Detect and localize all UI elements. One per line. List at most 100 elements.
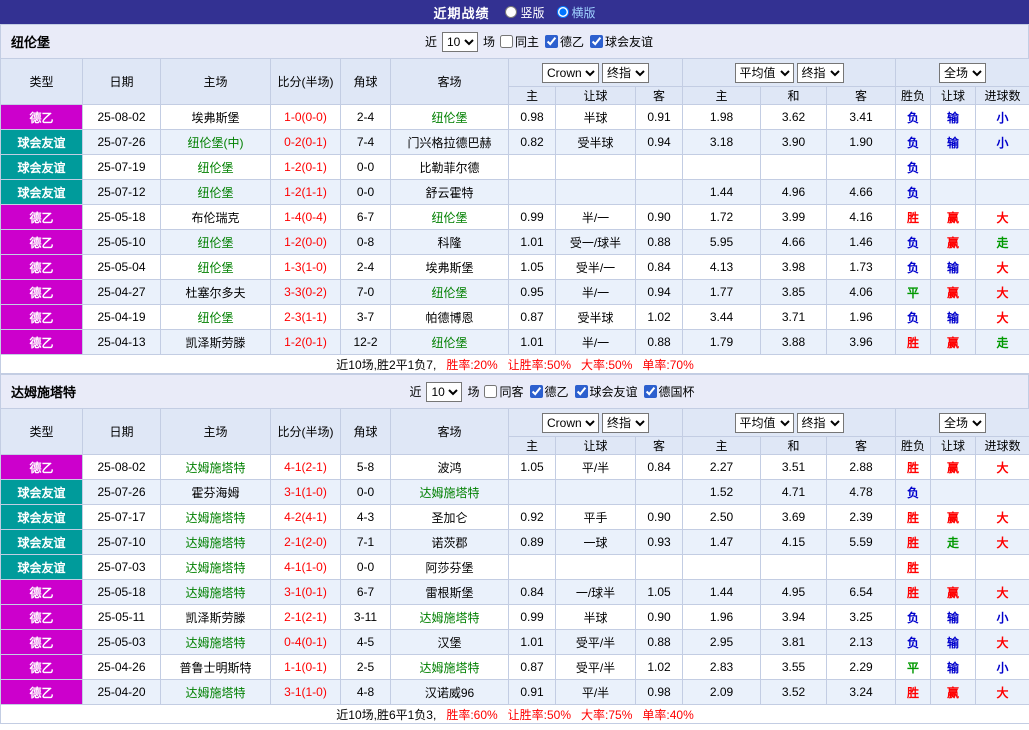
cell-home-team[interactable]: 达姆施塔特 xyxy=(160,554,271,580)
match-row: 德乙 25-04-27 杜塞尔多夫 3-3(0-2) 7-0 纽伦堡 0.95 半/一 0.94… xyxy=(0,279,1029,305)
view-mode-radio[interactable] xyxy=(556,6,569,18)
match-row: 德乙 25-04-13 凯泽斯劳滕 1-2(0-1) 12-2 纽伦堡 1.01 半/一 0.8… xyxy=(0,329,1029,355)
cell-away-team[interactable]: 阿莎芬堡 xyxy=(390,554,509,580)
cell-away-team[interactable]: 纽伦堡 xyxy=(390,279,509,305)
avg-stage-select[interactable]: 终指 xyxy=(796,412,844,433)
filter-checkbox[interactable] xyxy=(643,385,657,398)
cell-away-team[interactable]: 纽伦堡 xyxy=(390,204,509,230)
cell-home-team[interactable]: 杜塞尔多夫 xyxy=(160,279,271,305)
summary-stat: 大率:75% xyxy=(581,707,633,722)
filter-checkbox[interactable] xyxy=(590,35,604,48)
filter-checkbox[interactable] xyxy=(529,385,543,398)
cell-away-team[interactable]: 纽伦堡 xyxy=(390,104,509,130)
filter-checkbox[interactable] xyxy=(545,35,559,48)
cell-away-team[interactable]: 汉堡 xyxy=(390,629,509,655)
cell-home-team[interactable]: 埃弗斯堡 xyxy=(160,104,271,130)
filter-prefix-label: 近 xyxy=(424,35,437,49)
view-mode-option[interactable]: 竖版 xyxy=(505,4,545,21)
cell-goals-result xyxy=(975,479,1029,505)
cell-home-team[interactable]: 普鲁士明斯特 xyxy=(160,654,271,680)
cell-away-team[interactable]: 圣加仑 xyxy=(390,504,509,530)
avg-stage-select[interactable]: 终指 xyxy=(796,62,844,83)
odds-stage-select[interactable]: 终指 xyxy=(602,412,649,433)
cell-home-team[interactable]: 纽伦堡 xyxy=(160,304,271,330)
cell-home-team[interactable]: 达姆施塔特 xyxy=(160,454,271,480)
cell-away-team[interactable]: 诺茨郡 xyxy=(390,529,509,555)
cell-home-team[interactable]: 纽伦堡 xyxy=(160,229,271,255)
filter-option[interactable]: 球会友谊 xyxy=(574,383,638,400)
cell-result: 胜 xyxy=(895,554,932,580)
cell-handicap-result: 赢 xyxy=(930,454,977,480)
cell-away-team[interactable]: 科隆 xyxy=(390,229,509,255)
filter-option[interactable]: 球会友谊 xyxy=(590,33,653,50)
odds-company-select[interactable]: Crown xyxy=(542,412,599,433)
filter-option[interactable]: 德国杯 xyxy=(643,383,695,400)
cell-league-type: 德乙 xyxy=(0,454,83,480)
cell-corners: 5-8 xyxy=(340,454,391,480)
col-header-away: 客场 xyxy=(390,408,509,455)
cell-away-team[interactable]: 帕德博恩 xyxy=(390,304,509,330)
match-row: 德乙 25-05-11 凯泽斯劳滕 2-1(2-1) 3-11 达姆施塔特 0.99 半球 0.… xyxy=(0,604,1029,630)
cell-league-type: 球会友谊 xyxy=(0,554,83,580)
cell-home-team[interactable]: 凯泽斯劳滕 xyxy=(160,329,271,355)
cell-odds-handicap xyxy=(555,479,636,505)
cell-avg-draw: 4.96 xyxy=(760,179,828,205)
cell-home-team[interactable]: 纽伦堡(中) xyxy=(160,129,271,155)
sub-header-avg-home: 主 xyxy=(682,86,762,105)
filter-checkbox[interactable] xyxy=(500,35,513,48)
summary-lead: 近10场,胜6平1负3, xyxy=(336,707,437,722)
cell-away-team[interactable]: 波鸿 xyxy=(390,454,509,480)
filter-checkbox[interactable] xyxy=(574,385,588,398)
cell-corners: 12-2 xyxy=(340,329,391,355)
cell-avg-draw xyxy=(760,154,828,180)
cell-home-team[interactable]: 达姆施塔特 xyxy=(160,679,271,705)
cell-away-team[interactable]: 雷根斯堡 xyxy=(390,579,509,605)
filter-option[interactable]: 同主 xyxy=(500,33,539,50)
avg-type-select[interactable]: 平均值 xyxy=(734,62,794,83)
filter-option[interactable]: 同客 xyxy=(484,383,524,400)
full-match-select[interactable]: 全场 xyxy=(939,412,987,433)
cell-home-team[interactable]: 达姆施塔特 xyxy=(160,504,271,530)
odds-stage-select[interactable]: 终指 xyxy=(602,62,649,83)
cell-home-team[interactable]: 布伦瑞克 xyxy=(160,204,271,230)
cell-result: 负 xyxy=(895,304,932,330)
cell-away-team[interactable]: 纽伦堡 xyxy=(390,329,509,355)
cell-result: 胜 xyxy=(895,204,932,230)
cell-score: 0-4(0-1) xyxy=(270,629,341,655)
cell-odds-handicap: 受一/球半 xyxy=(555,229,636,255)
recent-count-select[interactable]: 10 xyxy=(441,31,478,52)
cell-home-team[interactable]: 纽伦堡 xyxy=(160,179,271,205)
cell-home-team[interactable]: 纽伦堡 xyxy=(160,254,271,280)
view-mode-radio[interactable] xyxy=(505,6,518,18)
cell-away-team[interactable]: 达姆施塔特 xyxy=(390,479,509,505)
cell-away-team[interactable]: 汉诺威96 xyxy=(390,679,509,705)
cell-away-team[interactable]: 达姆施塔特 xyxy=(390,604,509,630)
cell-away-team[interactable]: 门兴格拉德巴赫 xyxy=(390,129,509,155)
cell-home-team[interactable]: 达姆施塔特 xyxy=(160,529,271,555)
cell-avg-away: 3.25 xyxy=(826,604,897,630)
cell-score: 1-3(1-0) xyxy=(270,254,341,280)
cell-home-team[interactable]: 达姆施塔特 xyxy=(160,579,271,605)
section-header: 纽伦堡 近 10 场 同主 德乙 球会友谊 xyxy=(0,24,1029,58)
avg-type-select[interactable]: 平均值 xyxy=(734,412,794,433)
cell-away-team[interactable]: 舒云霍特 xyxy=(390,179,509,205)
cell-away-team[interactable]: 埃弗斯堡 xyxy=(390,254,509,280)
cell-handicap-result: 输 xyxy=(930,104,977,130)
view-mode-option[interactable]: 横版 xyxy=(556,4,596,21)
full-match-select[interactable]: 全场 xyxy=(939,62,987,83)
filter-checkbox[interactable] xyxy=(484,385,498,398)
cell-home-team[interactable]: 达姆施塔特 xyxy=(160,629,271,655)
cell-home-team[interactable]: 霍芬海姆 xyxy=(160,479,271,505)
odds-company-select[interactable]: Crown xyxy=(542,62,599,83)
cell-goals-result: 大 xyxy=(975,629,1029,655)
cell-away-team[interactable]: 达姆施塔特 xyxy=(390,654,509,680)
cell-away-team[interactable]: 比勒菲尔德 xyxy=(390,154,509,180)
cell-home-team[interactable]: 纽伦堡 xyxy=(160,154,271,180)
filter-option[interactable]: 德乙 xyxy=(529,383,569,400)
match-row: 球会友谊 25-07-17 达姆施塔特 4-2(4-1) 4-3 圣加仑 0.92 平手 0.9… xyxy=(0,504,1029,530)
recent-count-select[interactable]: 10 xyxy=(426,381,463,402)
cell-home-team[interactable]: 凯泽斯劳滕 xyxy=(160,604,271,630)
cell-avg-home: 4.13 xyxy=(682,254,762,280)
filter-option[interactable]: 德乙 xyxy=(545,33,584,50)
cell-league-type: 德乙 xyxy=(0,679,83,705)
